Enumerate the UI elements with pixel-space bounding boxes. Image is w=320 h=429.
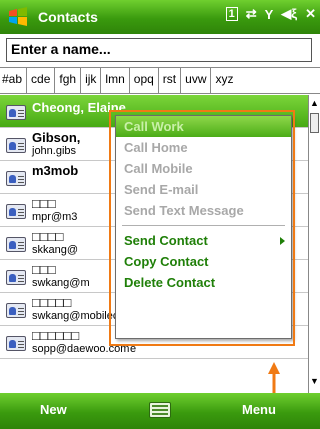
contact-email: sopp@daewoo.com xyxy=(32,343,130,355)
contact-card-icon xyxy=(6,270,26,285)
menu-item-delete-contact[interactable]: Delete Contact xyxy=(116,272,291,293)
contact-name: □□□□□□ xyxy=(32,328,80,343)
scrollbar[interactable]: ▲ ▼ xyxy=(308,95,320,393)
index-tab-cde[interactable]: cde xyxy=(27,68,56,93)
submenu-arrow-icon xyxy=(280,237,285,245)
menu-item-send-email[interactable]: Send E-mail xyxy=(116,179,291,200)
title-bar: Contacts 1 ⇄ Y ◀ξ ✕ xyxy=(0,0,320,34)
contact-email: mpr@m3 xyxy=(32,211,78,223)
contact-email: swkang@m xyxy=(32,277,90,289)
contact-card-icon xyxy=(6,204,26,219)
new-softkey[interactable]: New xyxy=(40,402,67,417)
contact-name: □□□□ xyxy=(32,229,64,244)
contact-card-icon xyxy=(6,138,26,153)
search-input[interactable]: Enter a name... xyxy=(6,38,312,62)
index-tab-uvw[interactable]: uvw xyxy=(181,68,212,93)
contact-card-icon xyxy=(6,171,26,186)
contact-name: □□□ xyxy=(32,262,56,277)
app-title: Contacts xyxy=(38,9,98,25)
connectivity-icon[interactable]: ⇄ xyxy=(246,6,257,22)
contact-name: □□□□□ xyxy=(32,295,72,310)
context-menu: Call Work Call Home Call Mobile Send E-m… xyxy=(115,115,292,339)
menu-item-send-contact[interactable]: Send Contact xyxy=(116,230,291,251)
search-row: Enter a name... xyxy=(0,34,320,66)
contact-type-suffix: e xyxy=(130,343,137,355)
menu-item-call-home[interactable]: Call Home xyxy=(116,137,291,158)
signal-strength-icon[interactable]: Y xyxy=(265,7,274,22)
scroll-up-icon[interactable]: ▲ xyxy=(309,97,320,109)
menu-item-call-mobile[interactable]: Call Mobile xyxy=(116,158,291,179)
index-tab-rst[interactable]: rst xyxy=(159,68,182,93)
menu-item-call-work[interactable]: Call Work xyxy=(116,116,291,137)
contact-name: m3mob xyxy=(32,163,79,178)
index-tab-lmn[interactable]: lmn xyxy=(101,68,130,93)
volume-icon[interactable]: ◀ξ xyxy=(281,6,297,22)
notification-icon[interactable]: 1 xyxy=(225,7,238,21)
contact-email: john.gibs xyxy=(32,145,77,157)
menu-item-copy-contact[interactable]: Copy Contact xyxy=(116,251,291,272)
contact-card-icon xyxy=(6,303,26,318)
bottom-softkey-bar: New Menu xyxy=(0,393,320,429)
contact-card-icon xyxy=(6,237,26,252)
contact-name: Gibson, xyxy=(32,130,81,145)
contact-name: □□□ xyxy=(32,196,56,211)
menu-item-label: Send Contact xyxy=(124,233,208,248)
alphabet-index-tabs: #ab cde fgh ijk lmn opq rst uvw xyz xyxy=(0,67,320,94)
contact-email: skkang@ xyxy=(32,244,79,256)
menu-separator xyxy=(122,225,285,226)
contact-name: Cheong, Elaine xyxy=(32,100,126,115)
windows-start-icon[interactable] xyxy=(4,3,32,31)
status-icons: 1 ⇄ Y ◀ξ ✕ xyxy=(225,6,316,22)
contact-card-icon xyxy=(6,105,26,120)
index-tab-ab[interactable]: #ab xyxy=(0,68,28,93)
index-tab-fgh[interactable]: fgh xyxy=(55,68,82,93)
index-tab-xyz[interactable]: xyz xyxy=(211,68,237,93)
index-tab-opq[interactable]: opq xyxy=(130,68,159,93)
scroll-down-icon[interactable]: ▼ xyxy=(309,375,320,387)
scroll-thumb[interactable] xyxy=(310,113,319,133)
contact-card-icon xyxy=(6,336,26,351)
menu-softkey[interactable]: Menu xyxy=(242,402,276,417)
menu-item-send-text-message[interactable]: Send Text Message xyxy=(116,200,291,221)
index-tab-ijk[interactable]: ijk xyxy=(81,68,102,93)
close-icon[interactable]: ✕ xyxy=(305,6,316,22)
keyboard-icon[interactable] xyxy=(149,402,171,418)
